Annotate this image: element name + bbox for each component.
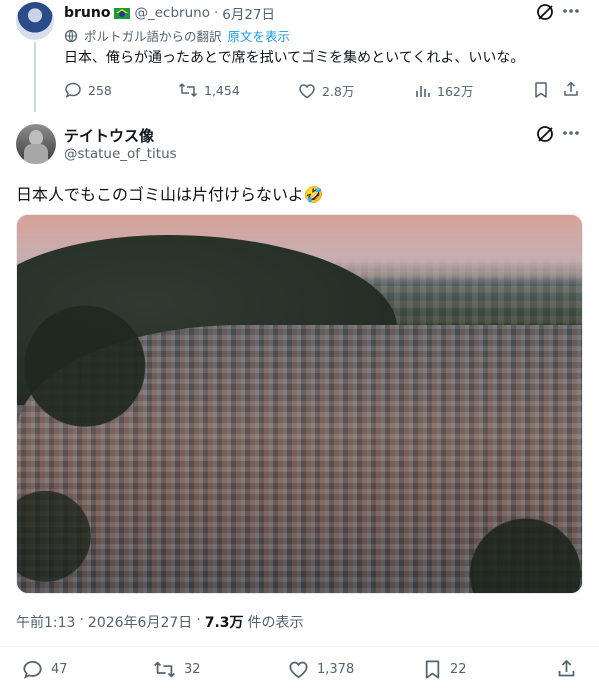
reply-button[interactable]: 258 (64, 81, 112, 99)
author-handle[interactable]: @statue_of_titus (64, 146, 177, 162)
tweet-text: 日本人でもこのゴミ山は片付けらないよ🤣 (16, 185, 324, 204)
repost-button[interactable]: 32 (153, 659, 201, 680)
like-button[interactable]: 2.8万 (298, 81, 354, 100)
brazil-flag-icon (114, 7, 131, 19)
reply-count: 258 (88, 82, 112, 98)
heart-icon (298, 82, 316, 100)
reply-count: 47 (51, 662, 68, 677)
more-icon[interactable] (562, 8, 580, 14)
reply-date[interactable]: 6月27日 (222, 3, 275, 23)
tweet-meta: 午前1:13 · 2026年6月27日 · 7.3万 件の表示 (16, 612, 304, 632)
divider (0, 646, 599, 647)
like-button[interactable]: 1,378 (288, 659, 354, 680)
heart-icon (288, 659, 309, 680)
repost-count: 1,454 (204, 82, 240, 98)
share-icon[interactable] (556, 658, 577, 679)
tweet-time[interactable]: 午前1:13 (16, 612, 75, 632)
globe-icon (64, 29, 78, 43)
repost-icon (153, 659, 176, 680)
reply-button[interactable]: 47 (22, 659, 68, 680)
views-button[interactable]: 162万 (415, 81, 473, 100)
avatar[interactable] (16, 2, 54, 40)
reply-author-name[interactable]: bruno (64, 5, 110, 21)
bookmark-icon[interactable] (533, 81, 549, 99)
separator-dot: · (79, 612, 84, 628)
translation-row: ポルトガル語からの翻訳 原文を表示 (64, 26, 290, 45)
more-icon[interactable] (562, 130, 580, 136)
show-original-link[interactable]: 原文を表示 (228, 26, 291, 45)
separator-dot: · (196, 612, 201, 628)
separator-dot: · (213, 5, 219, 21)
grok-icon[interactable] (535, 124, 555, 144)
author-name[interactable]: テイトウス像 (64, 125, 154, 146)
grok-icon[interactable] (535, 2, 555, 22)
views-count: 162万 (437, 84, 474, 99)
reply-author-handle[interactable]: @_ecbruno (134, 5, 209, 21)
tweet-date[interactable]: 2026年6月27日 (88, 612, 192, 632)
reply-text: 日本、俺らが通ったあとで席を拭いてゴミを集めといてくれよ、いいな。 (64, 50, 525, 66)
avatar[interactable] (16, 124, 56, 164)
repost-button[interactable]: 1,454 (178, 81, 240, 99)
repost-icon (178, 81, 198, 99)
bookmark-count: 22 (450, 662, 467, 677)
translation-note: ポルトガル語からの翻訳 (84, 29, 222, 44)
reply-header: bruno @_ecbruno · 6月27日 (64, 3, 275, 23)
like-count: 1,378 (317, 662, 355, 677)
tweet-view-count: 7.3万 (204, 615, 244, 631)
thread-line (34, 42, 36, 112)
repost-count: 32 (184, 662, 201, 677)
tweet-photo[interactable] (16, 214, 583, 594)
reply-icon (64, 81, 82, 99)
like-count: 2.8万 (322, 84, 355, 99)
reply-icon (22, 659, 43, 680)
bookmark-button[interactable]: 22 (423, 659, 467, 680)
bookmark-icon (423, 659, 442, 680)
views-icon (415, 83, 431, 99)
share-icon[interactable] (562, 80, 580, 98)
tweet-view-suffix: 件の表示 (247, 615, 304, 631)
photo-trees (17, 215, 582, 593)
